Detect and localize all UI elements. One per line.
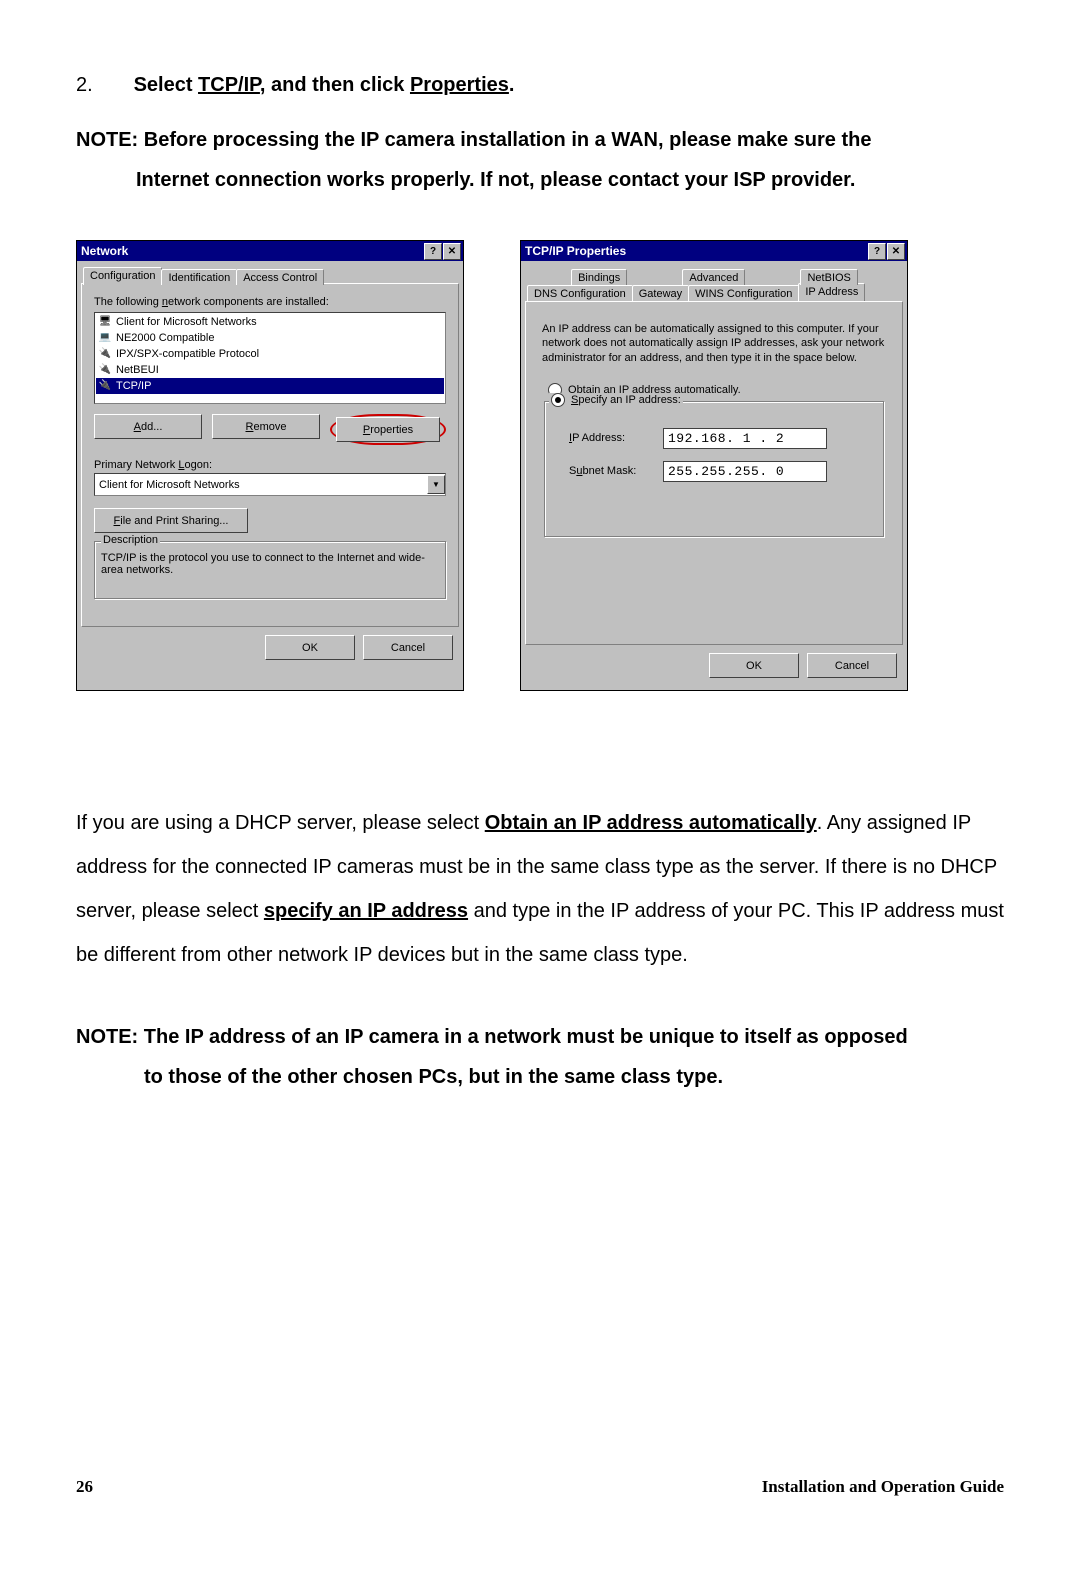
tab-identification[interactable]: Identification xyxy=(161,269,237,285)
help-icon[interactable]: ? xyxy=(424,243,442,260)
list-item[interactable]: NE2000 Compatible xyxy=(96,330,444,346)
tcpip-tabs-row2: DNS Configuration Gateway WINS Configura… xyxy=(525,283,903,301)
ip-address-input[interactable]: 192.168. 1 . 2 xyxy=(663,428,827,449)
radio-specify-ip[interactable]: Specify an IP address: xyxy=(551,393,681,407)
properties-button[interactable]: Properties xyxy=(336,417,440,442)
subnet-mask-input[interactable]: 255.255.255. 0 xyxy=(663,461,827,482)
chevron-down-icon[interactable]: ▼ xyxy=(427,475,445,494)
note-unique-ip: NOTE: The IP address of an IP camera in … xyxy=(76,1017,1004,1097)
network-tab-panel: The following network components are ins… xyxy=(81,283,459,627)
network-titlebar: Network ? ✕ xyxy=(77,241,463,261)
body-paragraph: If you are using a DHCP server, please s… xyxy=(76,801,1004,977)
tcpip-dialog: TCP/IP Properties ? ✕ Bindings Advanced … xyxy=(520,240,908,691)
properties-highlight-oval: Properties xyxy=(330,414,446,445)
protocol-icon xyxy=(98,347,112,361)
document-page: 2. Select TCP/IP, and then click Propert… xyxy=(0,0,1080,1577)
tab-access-control[interactable]: Access Control xyxy=(236,269,324,285)
list-item[interactable]: NetBEUI xyxy=(96,362,444,378)
ok-button[interactable]: OK xyxy=(265,635,355,660)
list-item[interactable]: IPX/SPX-compatible Protocol xyxy=(96,346,444,362)
list-item[interactable]: Client for Microsoft Networks xyxy=(96,314,444,330)
network-tabs: Configuration Identification Access Cont… xyxy=(81,267,459,285)
tab-gateway[interactable]: Gateway xyxy=(632,285,689,301)
properties-link-text: Properties xyxy=(410,74,509,96)
file-print-sharing-button[interactable]: File and Print Sharing... xyxy=(94,508,248,533)
tab-dns[interactable]: DNS Configuration xyxy=(527,285,633,301)
tab-advanced[interactable]: Advanced xyxy=(682,269,745,285)
network-title: Network xyxy=(81,244,423,258)
protocol-icon xyxy=(98,363,112,377)
primary-logon-value: Client for Microsoft Networks xyxy=(95,479,427,491)
tcpip-title: TCP/IP Properties xyxy=(525,244,867,258)
ok-button[interactable]: OK xyxy=(709,653,799,678)
primary-logon-label: Primary Network Logon: xyxy=(94,459,446,471)
specify-ip-emph: specify an IP address xyxy=(264,900,468,922)
tcpip-link-text: TCP/IP xyxy=(198,74,260,96)
tab-bindings[interactable]: Bindings xyxy=(571,269,627,285)
subnet-mask-label: Subnet Mask: xyxy=(569,465,653,477)
obtain-auto-emph: Obtain an IP address automatically xyxy=(485,812,817,834)
remove-button[interactable]: Remove xyxy=(212,414,320,439)
ip-address-label: IP Address: xyxy=(569,432,653,444)
close-icon[interactable]: ✕ xyxy=(443,243,461,260)
primary-logon-dropdown[interactable]: Client for Microsoft Networks ▼ xyxy=(94,473,446,496)
tab-wins[interactable]: WINS Configuration xyxy=(688,285,799,301)
add-button[interactable]: Add... xyxy=(94,414,202,439)
page-footer: 26 Installation and Operation Guide xyxy=(76,1477,1004,1497)
guide-title: Installation and Operation Guide xyxy=(762,1477,1004,1497)
step-number: 2. xyxy=(76,70,128,100)
tcpip-tabs-row1: Bindings Advanced NetBIOS xyxy=(525,267,903,285)
specify-ip-group: Specify an IP address: IP Address: 192.1… xyxy=(544,401,884,537)
components-label: The following network components are ins… xyxy=(94,296,446,308)
client-icon xyxy=(98,315,112,329)
dialog-screenshots: Network ? ✕ Configuration Identification… xyxy=(76,240,1004,691)
step-instruction: 2. Select TCP/IP, and then click Propert… xyxy=(76,70,1004,100)
description-group: Description TCP/IP is the protocol you u… xyxy=(94,541,446,599)
note-wan: NOTE: Before processing the IP camera in… xyxy=(76,120,1004,200)
tab-ip-address[interactable]: IP Address xyxy=(798,283,865,301)
tab-netbios[interactable]: NetBIOS xyxy=(800,269,857,285)
components-listbox[interactable]: Client for Microsoft Networks NE2000 Com… xyxy=(94,312,446,404)
tcpip-titlebar: TCP/IP Properties ? ✕ xyxy=(521,241,907,261)
close-icon[interactable]: ✕ xyxy=(887,243,905,260)
radio-icon-on xyxy=(551,393,565,407)
list-item-selected[interactable]: TCP/IP xyxy=(96,378,444,394)
cancel-button[interactable]: Cancel xyxy=(363,635,453,660)
description-text: TCP/IP is the protocol you use to connec… xyxy=(101,552,439,592)
network-dialog: Network ? ✕ Configuration Identification… xyxy=(76,240,464,691)
tcpip-tab-panel: An IP address can be automatically assig… xyxy=(525,301,903,645)
tab-configuration[interactable]: Configuration xyxy=(83,267,162,285)
protocol-icon xyxy=(98,379,112,393)
description-legend: Description xyxy=(101,534,160,546)
help-icon[interactable]: ? xyxy=(868,243,886,260)
tcpip-explanation: An IP address can be automatically assig… xyxy=(542,322,886,365)
cancel-button[interactable]: Cancel xyxy=(807,653,897,678)
page-number: 26 xyxy=(76,1477,93,1497)
adapter-icon xyxy=(98,331,112,345)
